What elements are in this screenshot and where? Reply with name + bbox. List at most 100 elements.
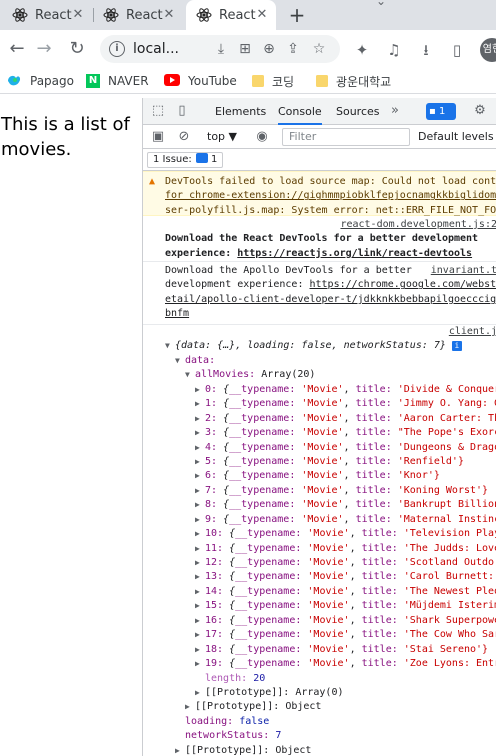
log-levels-dropdown[interactable]: Default levels ▼ [418, 130, 496, 143]
movie-row[interactable]: ▶ 19: {__typename: 'Movie', title: 'Zoe L… [165, 657, 496, 671]
expand-triangle-icon[interactable]: ▼ [175, 354, 185, 368]
expand-triangle-icon[interactable]: ▶ [195, 484, 205, 498]
expand-triangle-icon[interactable]: ▶ [185, 700, 195, 714]
expand-triangle-icon[interactable]: ▶ [195, 426, 205, 440]
forward-arrow-icon[interactable]: → [33, 38, 55, 60]
expand-triangle-icon[interactable]: ▶ [195, 383, 205, 397]
expand-triangle-icon[interactable]: ▶ [195, 498, 205, 512]
media-queue-icon[interactable]: ♫ [384, 40, 404, 60]
sidebar-toggle-icon[interactable]: ▣ [149, 128, 167, 146]
movie-row[interactable]: ▶ 3: {__typename: 'Movie', title: "The Po… [165, 426, 496, 440]
browser-tab-2[interactable]: React ✕ [95, 0, 183, 30]
bookmark-folder-coding[interactable]: 코딩 [252, 72, 294, 90]
close-tab-icon[interactable]: ✕ [161, 7, 177, 23]
apollo-devtools-link[interactable]: https://chrome.google.com/websto [310, 279, 496, 290]
expand-triangle-icon[interactable]: ▶ [195, 570, 205, 584]
movie-row[interactable]: ▶ 7: {__typename: 'Movie', title: 'Koning… [165, 484, 496, 498]
bookmark-star-icon[interactable]: ☆ [310, 40, 328, 58]
source-link[interactable]: invariant.t [426, 264, 496, 279]
expand-triangle-icon[interactable]: ▶ [195, 556, 205, 570]
tab-elements[interactable]: Elements [215, 105, 266, 118]
expand-triangle-icon[interactable]: ▶ [195, 397, 205, 411]
info-icon[interactable]: i [451, 341, 462, 352]
movie-row[interactable]: ▶ 10: {__typename: 'Movie', title: 'Telev… [165, 527, 496, 541]
filter-input[interactable]: Filter [282, 128, 410, 146]
inspect-element-icon[interactable]: ⬚ [149, 102, 167, 120]
warning-line-link[interactable]: for chrome-extension://gighmmpiobklfepjo… [165, 189, 496, 203]
source-link[interactable]: react-dom.development.js:2 [336, 218, 496, 233]
prototype-array-row[interactable]: ▶ [[Prototype]]: Array(0) [165, 686, 496, 700]
expand-triangle-icon[interactable]: ▶ [195, 686, 205, 700]
tab-sources[interactable]: Sources [336, 105, 380, 118]
browser-tab-3-active[interactable]: React ✕ [186, 0, 276, 30]
expand-triangle-icon[interactable]: ▶ [195, 599, 205, 613]
share-icon[interactable]: ⇪ [284, 40, 302, 58]
movie-row[interactable]: ▶ 12: {__typename: 'Movie', title: 'Scotl… [165, 556, 496, 570]
new-tab-plus-icon[interactable]: + [286, 3, 308, 27]
back-arrow-icon[interactable]: ← [6, 38, 28, 60]
react-devtools-link[interactable]: https://reactjs.org/link/react-devtools [237, 248, 472, 259]
source-link[interactable]: client.j [444, 325, 496, 340]
expand-triangle-icon[interactable]: ▼ [185, 368, 195, 382]
movie-row[interactable]: ▶ 13: {__typename: 'Movie', title: 'Carol… [165, 570, 496, 584]
movie-row[interactable]: ▶ 17: {__typename: 'Movie', title: 'The C… [165, 628, 496, 642]
bookmark-youtube[interactable]: YouTube [164, 72, 237, 90]
zoom-icon[interactable]: ⊕ [260, 40, 278, 58]
expand-triangle-icon[interactable]: ▶ [195, 657, 205, 671]
movie-row[interactable]: ▶ 4: {__typename: 'Movie', title: 'Dungeo… [165, 441, 496, 455]
gear-icon[interactable]: ⚙ [471, 102, 489, 120]
issues-button[interactable]: 1 Issue: 1 [147, 152, 224, 168]
movie-row[interactable]: ▶ 16: {__typename: 'Movie', title: 'Shark… [165, 614, 496, 628]
movie-row[interactable]: ▶ 8: {__typename: 'Movie', title: 'Bankru… [165, 498, 496, 512]
movie-row[interactable]: ▶ 2: {__typename: 'Movie', title: 'Aaron … [165, 412, 496, 426]
expand-triangle-icon[interactable]: ▶ [195, 455, 205, 469]
install-icon[interactable]: ⤓ [212, 40, 230, 58]
download-icon[interactable]: ⭳ [416, 40, 436, 60]
prototype-object-row[interactable]: ▶ [[Prototype]]: Object [165, 700, 496, 714]
expand-triangle-icon[interactable]: ▶ [195, 542, 205, 556]
expand-triangle-icon[interactable]: ▶ [195, 628, 205, 642]
movie-row[interactable]: ▶ 6: {__typename: 'Movie', title: 'Knor'} [165, 469, 496, 483]
chevron-down-icon[interactable]: ⌄ [376, 0, 386, 8]
bookmark-naver[interactable]: N NAVER [86, 72, 149, 90]
side-panel-icon[interactable]: ▯ [447, 40, 467, 60]
extensions-puzzle-icon[interactable]: ✦ [352, 40, 372, 60]
movie-row[interactable]: ▶ 11: {__typename: 'Movie', title: 'The J… [165, 542, 496, 556]
movie-row[interactable]: ▶ 18: {__typename: 'Movie', title: 'Stai … [165, 643, 496, 657]
bookmark-folder-university[interactable]: 광운대학교 [316, 72, 391, 90]
allmovies-row[interactable]: ▼ allMovies: Array(20) [165, 368, 496, 382]
movie-row[interactable]: ▶ 15: {__typename: 'Movie', title: 'Müjde… [165, 599, 496, 613]
object-summary[interactable]: ▼ {data: {…}, loading: false, networkStat… [143, 339, 496, 353]
apollo-link-cont[interactable]: etail/apollo-client-developer-t/jdkknkkb… [165, 293, 496, 307]
movie-row[interactable]: ▶ 9: {__typename: 'Movie', title: 'Matern… [165, 513, 496, 527]
expand-triangle-icon[interactable]: ▶ [195, 412, 205, 426]
apollo-link-end[interactable]: bnfm [165, 307, 496, 321]
address-text[interactable]: local... [133, 41, 179, 57]
expand-triangle-icon[interactable]: ▶ [195, 643, 205, 657]
tab-console[interactable]: Console [278, 105, 322, 125]
movie-row[interactable]: ▶ 0: {__typename: 'Movie', title: 'Divide… [165, 383, 496, 397]
movie-row[interactable]: ▶ 1: {__typename: 'Movie', title: 'Jimmy … [165, 397, 496, 411]
issues-badge[interactable]: ▪ 1 [426, 103, 456, 120]
expand-triangle-icon[interactable]: ▶ [175, 744, 185, 756]
movie-row[interactable]: ▶ 14: {__typename: 'Movie', title: 'The N… [165, 585, 496, 599]
expand-triangle-icon[interactable]: ▶ [195, 441, 205, 455]
bookmark-papago[interactable]: Papago [6, 72, 74, 90]
eye-icon[interactable]: ◉ [253, 128, 271, 146]
context-selector[interactable]: top ▼ [207, 130, 237, 143]
profile-avatar[interactable]: 염현 [480, 38, 496, 62]
translate-icon[interactable]: ⊞ [236, 40, 254, 58]
address-bar[interactable]: i local... ⤓ ⊞ ⊕ ⇪ ☆ [100, 35, 340, 63]
prototype-root-row[interactable]: ▶ [[Prototype]]: Object [165, 744, 496, 756]
close-tab-icon[interactable]: ✕ [254, 7, 270, 23]
expand-triangle-icon[interactable]: ▶ [195, 527, 205, 541]
expand-triangle-icon[interactable]: ▶ [195, 585, 205, 599]
expand-triangle-icon[interactable]: ▶ [195, 469, 205, 483]
device-toolbar-icon[interactable]: ▯ [173, 102, 191, 120]
expand-triangle-icon[interactable]: ▶ [195, 513, 205, 527]
browser-tab-1[interactable]: React ✕ [4, 0, 92, 30]
data-row[interactable]: ▼ data: [165, 354, 496, 368]
movie-row[interactable]: ▶ 5: {__typename: 'Movie', title: 'Renfie… [165, 455, 496, 469]
expand-triangle-icon[interactable]: ▶ [195, 614, 205, 628]
expand-triangle-icon[interactable]: ▼ [165, 339, 175, 353]
